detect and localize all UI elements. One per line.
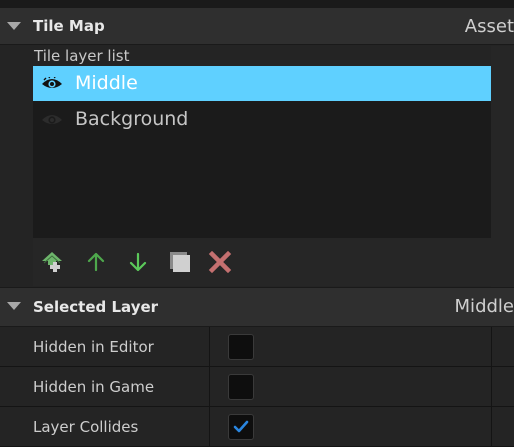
layer-name: Background (75, 108, 189, 130)
checkmark-icon (233, 420, 249, 433)
section-title: Tile Map (33, 17, 105, 35)
asset-label: Asset (464, 16, 514, 37)
top-strip (0, 0, 514, 7)
property-label: Hidden in Game (33, 378, 155, 396)
duplicate-layer-icon[interactable] (167, 249, 193, 275)
layer-row-middle[interactable]: Middle (33, 66, 491, 101)
delete-layer-icon[interactable] (207, 249, 233, 275)
selected-layer-section-header[interactable]: Selected Layer Middle (0, 287, 514, 327)
column-divider (209, 407, 210, 447)
column-divider (491, 327, 492, 367)
arrow-up-icon[interactable] (83, 249, 109, 275)
column-divider (209, 327, 210, 367)
property-row-layer-collides: Layer Collides (0, 407, 514, 447)
tile-layer-list-label: Tile layer list (34, 47, 130, 65)
layer-collides-checkbox[interactable] (228, 414, 254, 440)
chevron-down-icon[interactable] (7, 302, 21, 310)
section-title: Selected Layer (33, 298, 159, 316)
property-row-hidden-in-game: Hidden in Game (0, 367, 514, 407)
property-row-hidden-in-editor: Hidden in Editor (0, 327, 514, 367)
hidden-in-game-checkbox[interactable] (228, 374, 254, 400)
column-divider (491, 407, 492, 447)
column-divider (491, 367, 492, 407)
eye-icon[interactable] (41, 75, 63, 95)
hidden-in-editor-checkbox[interactable] (228, 334, 254, 360)
tile-layer-list[interactable]: Middle Background (33, 66, 491, 238)
tile-map-section-header[interactable]: Tile Map Asset (0, 7, 514, 45)
property-label: Hidden in Editor (33, 338, 154, 356)
arrow-down-icon[interactable] (125, 249, 151, 275)
chevron-down-icon[interactable] (7, 22, 21, 30)
layer-name: Middle (75, 72, 138, 94)
layer-row-background[interactable]: Background (33, 102, 491, 137)
add-layer-icon[interactable] (39, 249, 65, 275)
layer-toolbar (33, 238, 491, 286)
right-rail (491, 46, 514, 287)
eye-hidden-icon[interactable] (41, 112, 63, 131)
property-label: Layer Collides (33, 418, 139, 436)
selected-layer-name: Middle (454, 296, 514, 317)
column-divider (209, 367, 210, 407)
